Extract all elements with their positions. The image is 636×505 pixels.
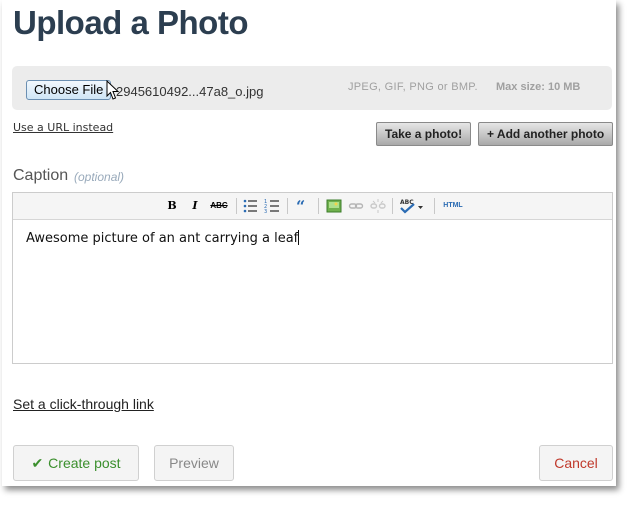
toolbar-divider <box>287 198 288 214</box>
mouse-pointer-icon <box>106 80 120 100</box>
editor-toolbar: B I ABC 1 2 3 “ ABC HTML <box>13 193 612 220</box>
caption-optional-hint: (optional) <box>74 170 125 184</box>
page-title: Upload a Photo <box>13 4 249 41</box>
svg-text:“: “ <box>296 198 305 214</box>
bullet-list-icon[interactable] <box>242 198 258 214</box>
cancel-button[interactable]: Cancel <box>539 445 613 481</box>
add-another-photo-button[interactable]: + Add another photo <box>478 122 614 146</box>
accepted-formats-text: JPEG, GIF, PNG or BMP. <box>348 81 478 93</box>
checkmark-icon: ✔ <box>31 455 44 471</box>
click-through-link[interactable]: Set a click-through link <box>13 396 154 412</box>
caption-text-area[interactable]: Awesome picture of an ant carrying a lea… <box>26 230 300 246</box>
insert-image-icon[interactable] <box>326 198 342 214</box>
file-upload-box: Choose File 2945610492...47a8_o.jpg JPEG… <box>12 66 612 110</box>
html-icon[interactable]: HTML <box>441 198 465 214</box>
choose-file-button[interactable]: Choose File <box>26 80 112 100</box>
italic-icon[interactable]: I <box>188 198 202 214</box>
use-url-link[interactable]: Use a URL instead <box>13 121 113 134</box>
caption-label: Caption <box>13 167 69 184</box>
preview-button[interactable]: Preview <box>154 445 234 481</box>
caption-text: Awesome picture of an ant carrying a lea… <box>26 231 299 246</box>
svg-text:3: 3 <box>264 209 267 214</box>
toolbar-divider <box>392 198 393 214</box>
strikethrough-icon[interactable]: ABC <box>209 198 229 214</box>
text-caret <box>298 230 300 245</box>
toolbar-divider <box>318 198 319 214</box>
selected-file-name: 2945610492...47a8_o.jpg <box>116 84 264 99</box>
create-post-button[interactable]: ✔ Create post <box>13 445 139 481</box>
upload-photo-dialog: Upload a Photo Choose File 2945610492...… <box>2 0 616 486</box>
blockquote-icon[interactable]: “ <box>295 198 311 214</box>
take-photo-button[interactable]: Take a photo! <box>376 122 472 146</box>
spellcheck-icon[interactable]: ABC <box>400 198 424 214</box>
toolbar-divider <box>236 198 237 214</box>
numbered-list-icon[interactable]: 1 2 3 <box>264 198 280 214</box>
toolbar-divider <box>434 198 435 214</box>
create-post-label: Create post <box>48 455 121 471</box>
max-size-text: Max size: 10 MB <box>496 81 581 93</box>
link-icon[interactable] <box>348 198 364 214</box>
caption-editor: B I ABC 1 2 3 “ ABC HTML Awesome picture… <box>12 192 613 364</box>
bold-icon[interactable]: B <box>165 198 179 214</box>
unlink-icon[interactable] <box>370 198 386 214</box>
